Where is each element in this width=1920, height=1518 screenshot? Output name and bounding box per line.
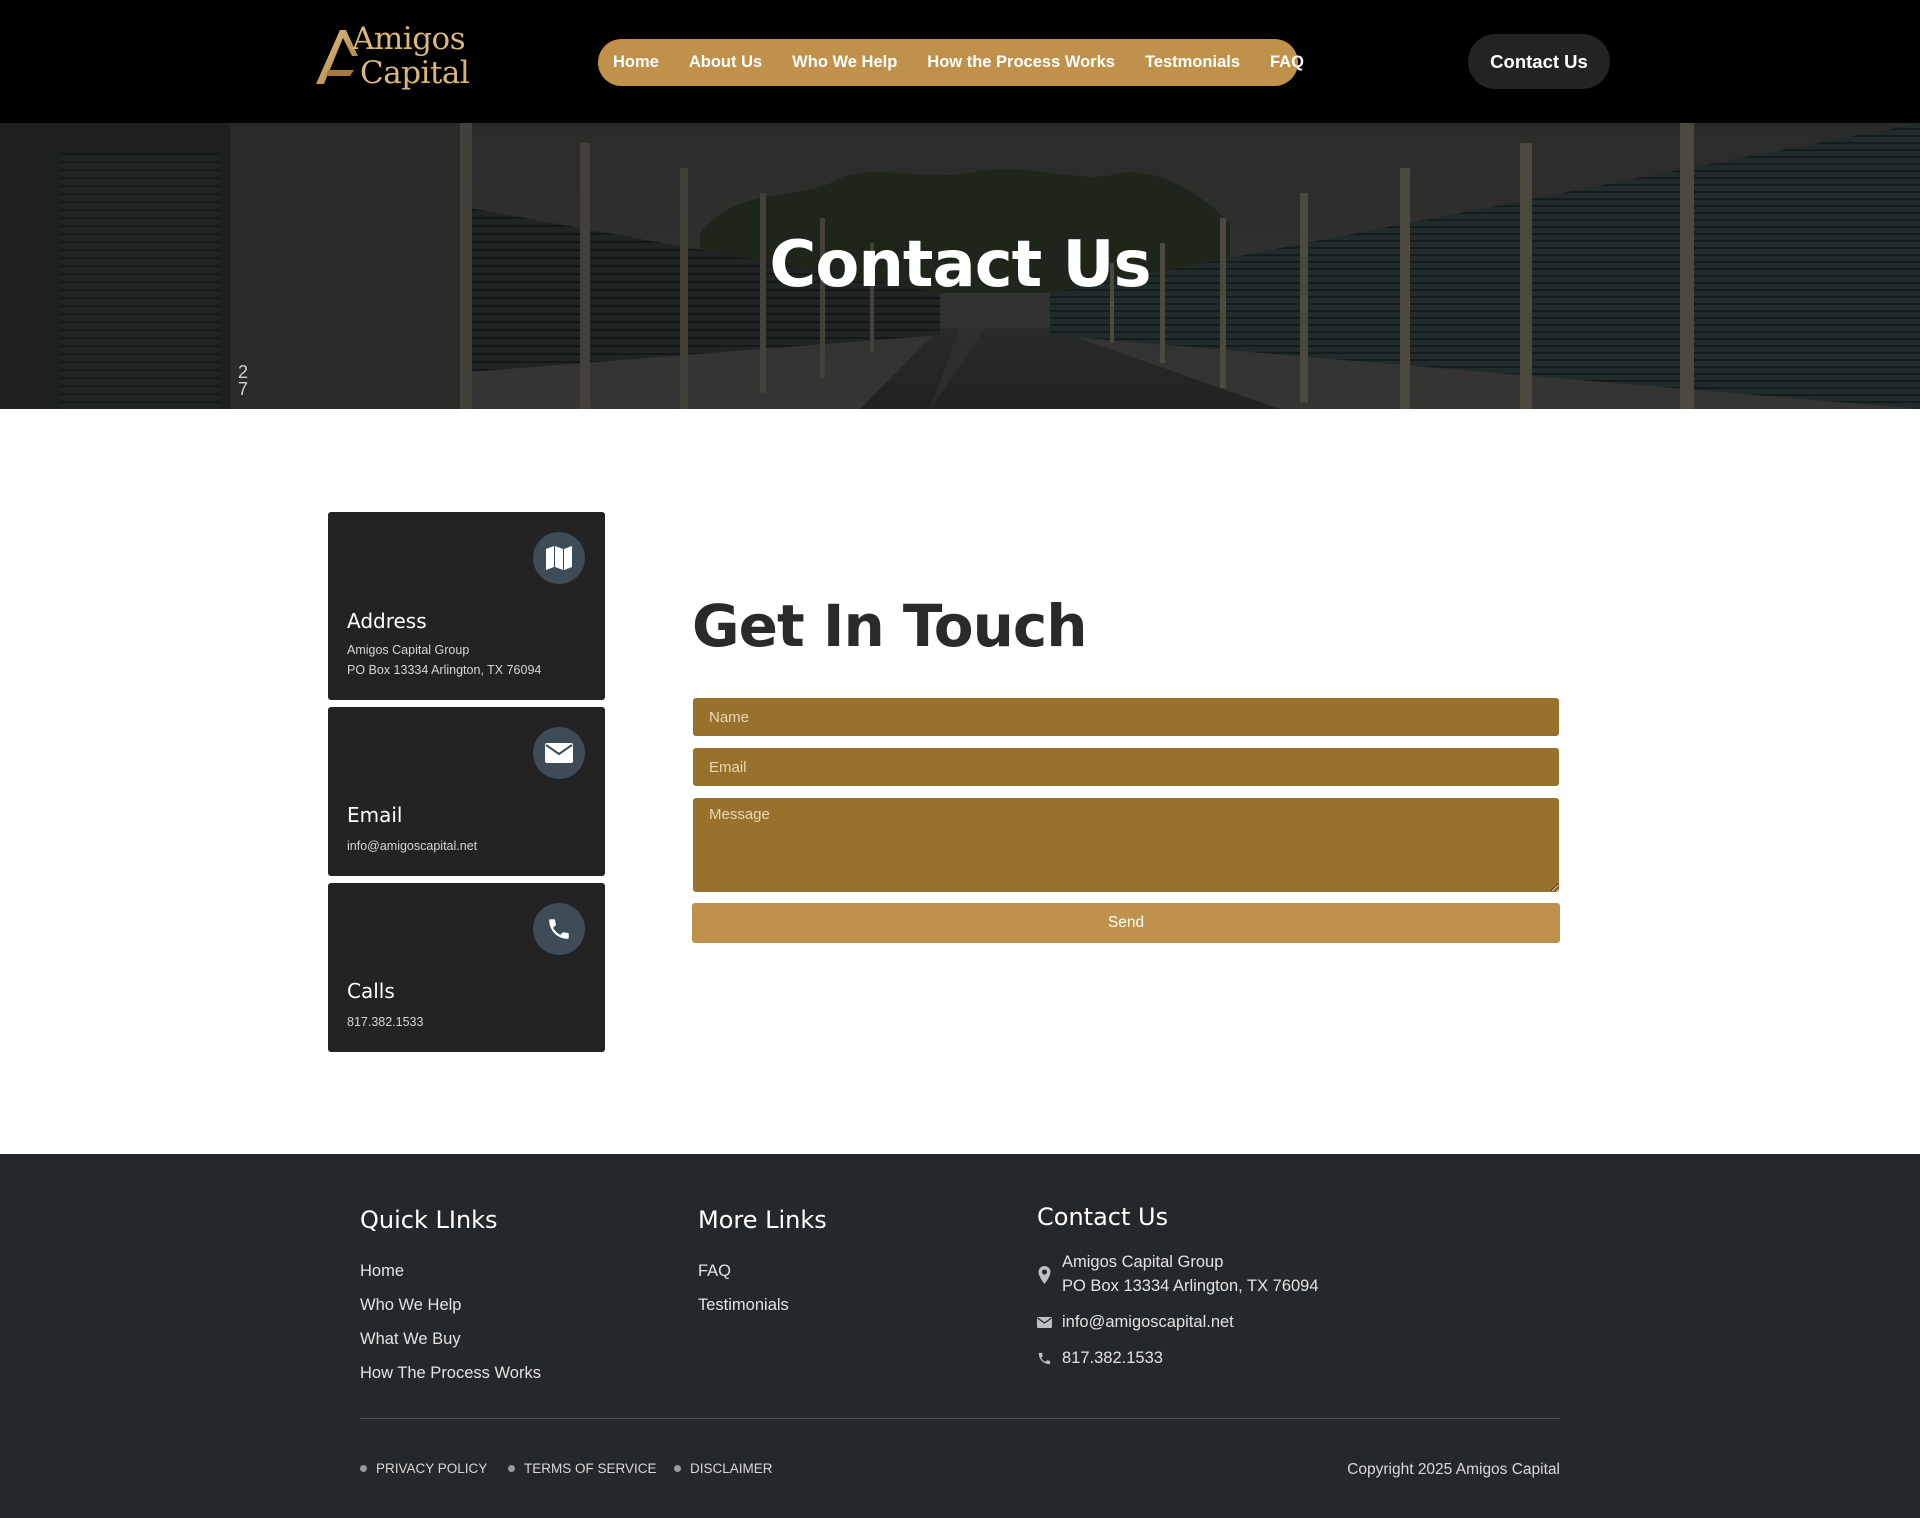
footer-address-line-2: PO Box 13334 Arlington, TX 76094	[1062, 1277, 1319, 1295]
terms-of-service-link[interactable]: TERMS OF SERVICE	[508, 1461, 657, 1476]
hero-banner: 2 7 Contact Us	[0, 123, 1920, 409]
logo[interactable]: Amigos Capital	[314, 22, 474, 94]
calls-card: Calls 817.382.1533	[328, 883, 605, 1052]
hero-sign-digit-2: 7	[238, 379, 248, 399]
more-links-title: More Links	[698, 1206, 827, 1234]
nav-home[interactable]: Home	[613, 53, 659, 72]
map-icon	[533, 532, 585, 584]
privacy-policy-label: PRIVACY POLICY	[376, 1461, 488, 1476]
nav-faq[interactable]: FAQ	[1270, 53, 1304, 72]
logo-line1: Amigos	[352, 21, 466, 57]
name-input[interactable]	[693, 698, 1559, 736]
message-textarea[interactable]	[693, 798, 1559, 892]
footer-address-line-1: Amigos Capital Group	[1062, 1253, 1224, 1271]
footer-phone-link[interactable]: 817.382.1533	[1062, 1346, 1163, 1370]
footer-address: Amigos Capital Group PO Box 13334 Arling…	[1062, 1250, 1319, 1298]
footer-link-home[interactable]: Home	[360, 1262, 404, 1281]
location-pin-icon	[1038, 1266, 1051, 1284]
footer-link-testimonials[interactable]: Testimonials	[698, 1296, 789, 1315]
main-nav: Home About Us Who We Help How the Proces…	[598, 39, 1304, 86]
envelope-icon	[533, 727, 585, 779]
address-card-text: Amigos Capital Group PO Box 13334 Arling…	[347, 640, 541, 680]
footer-link-faq[interactable]: FAQ	[698, 1262, 731, 1281]
bullet-dot-icon	[360, 1465, 367, 1472]
logo-wordmark: Amigos Capital	[352, 21, 470, 91]
nav-about-us[interactable]: About Us	[689, 53, 762, 72]
form-title: Get In Touch	[692, 592, 1088, 660]
email-input[interactable]	[693, 748, 1559, 786]
nav-how-process-works[interactable]: How the Process Works	[927, 53, 1115, 72]
address-line-2: PO Box 13334 Arlington, TX 76094	[347, 663, 542, 677]
send-button[interactable]: Send	[692, 903, 1560, 943]
page-title: Contact Us	[769, 228, 1151, 302]
footer-phone-icon	[1038, 1352, 1051, 1365]
footer-link-what-we-buy[interactable]: What We Buy	[360, 1330, 461, 1349]
footer-link-how-process-works[interactable]: How The Process Works	[360, 1364, 541, 1383]
footer-divider	[360, 1418, 1560, 1419]
bullet-dot-icon	[508, 1465, 515, 1472]
calls-card-title: Calls	[347, 979, 395, 1003]
copyright-text: Copyright 2025 Amigos Capital	[1347, 1461, 1560, 1478]
terms-of-service-label: TERMS OF SERVICE	[524, 1461, 657, 1476]
email-card-title: Email	[347, 803, 403, 827]
nav-testimonials[interactable]: Testmonials	[1145, 53, 1240, 72]
calls-card-text: 817.382.1533	[347, 1015, 424, 1029]
email-card-text: info@amigoscapital.net	[347, 839, 478, 853]
address-line-1: Amigos Capital Group	[347, 643, 470, 657]
footer-contact-title: Contact Us	[1037, 1203, 1169, 1231]
footer-email-link[interactable]: info@amigoscapital.net	[1062, 1310, 1234, 1334]
disclaimer-label: DISCLAIMER	[690, 1461, 773, 1476]
logo-line2: Capital	[360, 55, 470, 91]
nav-who-we-help[interactable]: Who We Help	[792, 53, 897, 72]
phone-icon	[533, 903, 585, 955]
site-header: Amigos Capital Home About Us Who We Help…	[0, 0, 1920, 123]
site-footer	[0, 1154, 1920, 1518]
email-card: Email info@amigoscapital.net	[328, 707, 605, 876]
disclaimer-link[interactable]: DISCLAIMER	[674, 1461, 773, 1476]
privacy-policy-link[interactable]: PRIVACY POLICY	[360, 1461, 487, 1476]
footer-link-who-we-help[interactable]: Who We Help	[360, 1296, 461, 1315]
quick-links-title: Quick LInks	[360, 1206, 498, 1234]
address-card-title: Address	[347, 609, 427, 633]
contact-us-button[interactable]: Contact Us	[1468, 34, 1610, 89]
bullet-dot-icon	[674, 1465, 681, 1472]
footer-envelope-icon	[1037, 1317, 1052, 1328]
address-card: Address Amigos Capital Group PO Box 1333…	[328, 512, 605, 700]
